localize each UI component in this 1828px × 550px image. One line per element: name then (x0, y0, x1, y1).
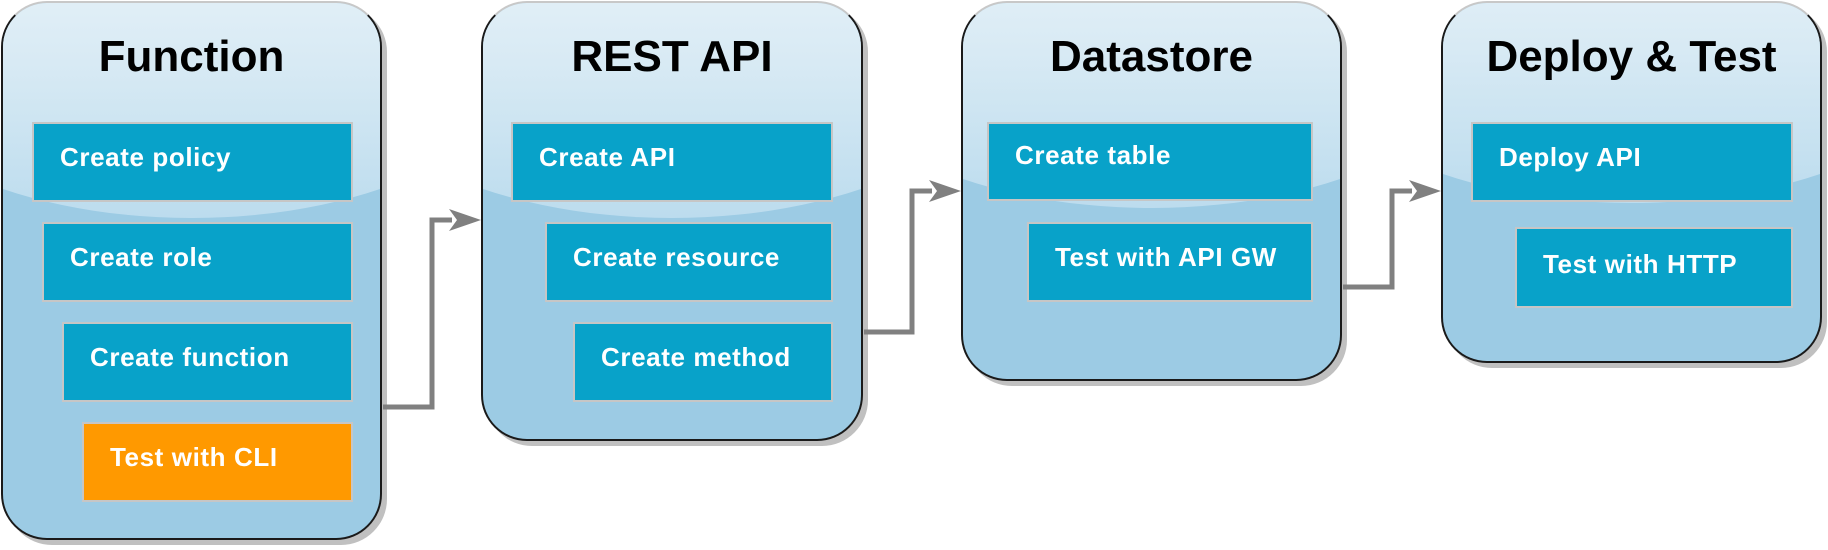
step-create-table[interactable]: Create table (987, 122, 1313, 201)
step-create-policy[interactable]: Create policy (32, 122, 353, 202)
panel-datastore: Datastore Create table Test with API GW (961, 1, 1342, 381)
connector-datastore-to-deploy (1343, 180, 1441, 290)
panel-title-datastore: Datastore (1050, 32, 1253, 81)
step-create-resource[interactable]: Create resource (545, 222, 833, 302)
connector-rest-api-to-datastore (864, 180, 961, 335)
step-deploy-api[interactable]: Deploy API (1471, 122, 1793, 202)
connector-line (1343, 188, 1412, 290)
arrow-head-icon (929, 180, 961, 202)
panel-function: Function Create policy Create role Creat… (1, 1, 382, 540)
connector-function-to-rest-api (383, 209, 481, 410)
connector-line (383, 217, 452, 410)
panel-title-deploy-and-test: Deploy & Test (1486, 32, 1777, 81)
connector-line (864, 188, 932, 335)
step-create-api[interactable]: Create API (511, 122, 833, 202)
panel-deploy-and-test: Deploy & Test Deploy API Test with HTTP (1441, 1, 1822, 363)
panel-title-function: Function (98, 32, 285, 81)
panel-title-rest-api: REST API (571, 32, 773, 81)
arrow-head-icon (1409, 180, 1441, 202)
step-test-with-api-gw[interactable]: Test with API GW (1027, 222, 1313, 302)
step-create-function[interactable]: Create function (62, 322, 353, 402)
arrow-head-icon (449, 209, 481, 231)
panel-rest-api: REST API Create API Create resource Crea… (481, 1, 863, 441)
step-create-role[interactable]: Create role (42, 222, 353, 302)
step-create-method[interactable]: Create method (573, 322, 833, 402)
step-test-with-http[interactable]: Test with HTTP (1515, 227, 1793, 308)
step-test-with-cli[interactable]: Test with CLI (82, 422, 353, 502)
